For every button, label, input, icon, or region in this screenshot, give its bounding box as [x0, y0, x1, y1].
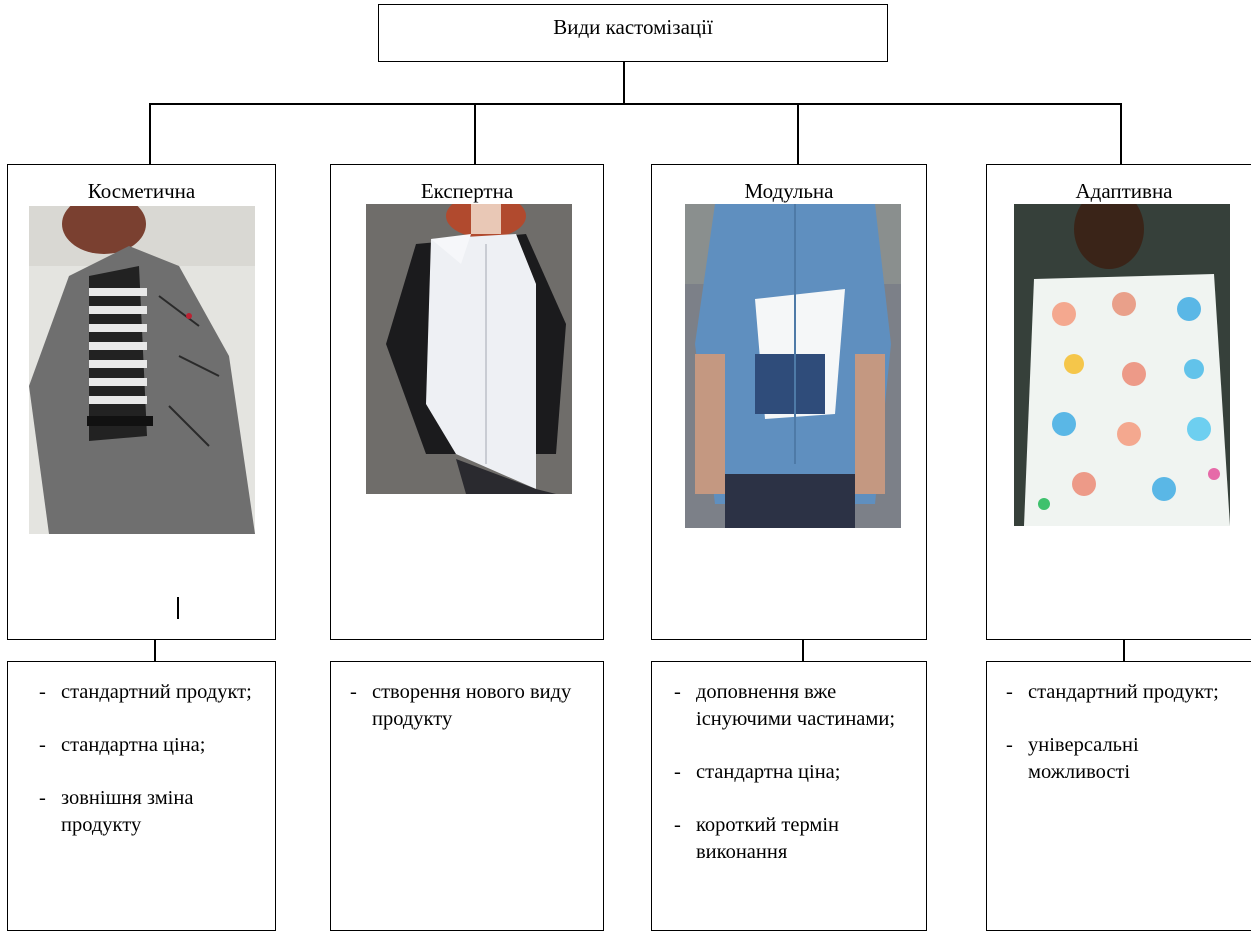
- category-title-adaptive: Адаптивна: [1075, 179, 1173, 203]
- connector-col2-drop: [474, 103, 476, 164]
- description-item: зовнішня зміна продукту: [39, 785, 264, 839]
- connector-col3-to-desc: [802, 639, 804, 661]
- description-item: універсальні можливості: [1006, 732, 1236, 786]
- connector-col3-drop: [797, 103, 799, 164]
- category-box-cosmetic: Косметична: [7, 164, 276, 640]
- description-item: стандартний продукт;: [39, 679, 264, 706]
- expert-shirt-photo: [366, 204, 572, 494]
- description-item: створення нового виду продукту: [350, 679, 590, 733]
- connector-title-down: [623, 62, 625, 104]
- connector-col1-drop: [149, 103, 151, 164]
- description-item: короткий термін виконання: [674, 812, 909, 866]
- category-box-expert: Експертна: [330, 164, 604, 640]
- description-box-expert: створення нового виду продукту: [330, 661, 604, 931]
- description-list-cosmetic: стандартний продукт; стандартна ціна; зо…: [39, 679, 264, 865]
- modular-denim-photo: [685, 204, 901, 528]
- category-box-adaptive: Адаптивна: [986, 164, 1251, 640]
- category-title-expert: Експертна: [420, 179, 514, 203]
- category-title-modular: Модульна: [744, 179, 834, 203]
- description-box-adaptive: стандартний продукт; універсальні можлив…: [986, 661, 1251, 931]
- description-item: стандартна ціна;: [674, 759, 909, 786]
- description-list-adaptive: стандартний продукт; універсальні можлив…: [1006, 679, 1236, 812]
- connector-col4-drop: [1120, 103, 1122, 164]
- category-title-cosmetic: Косметична: [87, 179, 196, 203]
- connector-col1-to-desc: [154, 639, 156, 661]
- cosmetic-blazer-photo: [29, 206, 255, 534]
- description-list-expert: створення нового виду продукту: [350, 679, 590, 759]
- connector-horizontal: [149, 103, 1122, 105]
- diagram-title: Види кастомізації: [553, 15, 713, 39]
- connector-col4-to-desc: [1123, 639, 1125, 661]
- description-item: доповнення вже існуючими частинами;: [674, 679, 909, 733]
- description-list-modular: доповнення вже існуючими частинами; стан…: [674, 679, 909, 892]
- adaptive-dress-photo: [1014, 204, 1230, 526]
- text-cursor-mark: [177, 597, 179, 619]
- category-box-modular: Модульна: [651, 164, 927, 640]
- description-item: стандартна ціна;: [39, 732, 264, 759]
- description-box-modular: доповнення вже існуючими частинами; стан…: [651, 661, 927, 931]
- diagram-title-box: Види кастомізації: [378, 4, 888, 62]
- description-box-cosmetic: стандартний продукт; стандартна ціна; зо…: [7, 661, 276, 931]
- description-item: стандартний продукт;: [1006, 679, 1236, 706]
